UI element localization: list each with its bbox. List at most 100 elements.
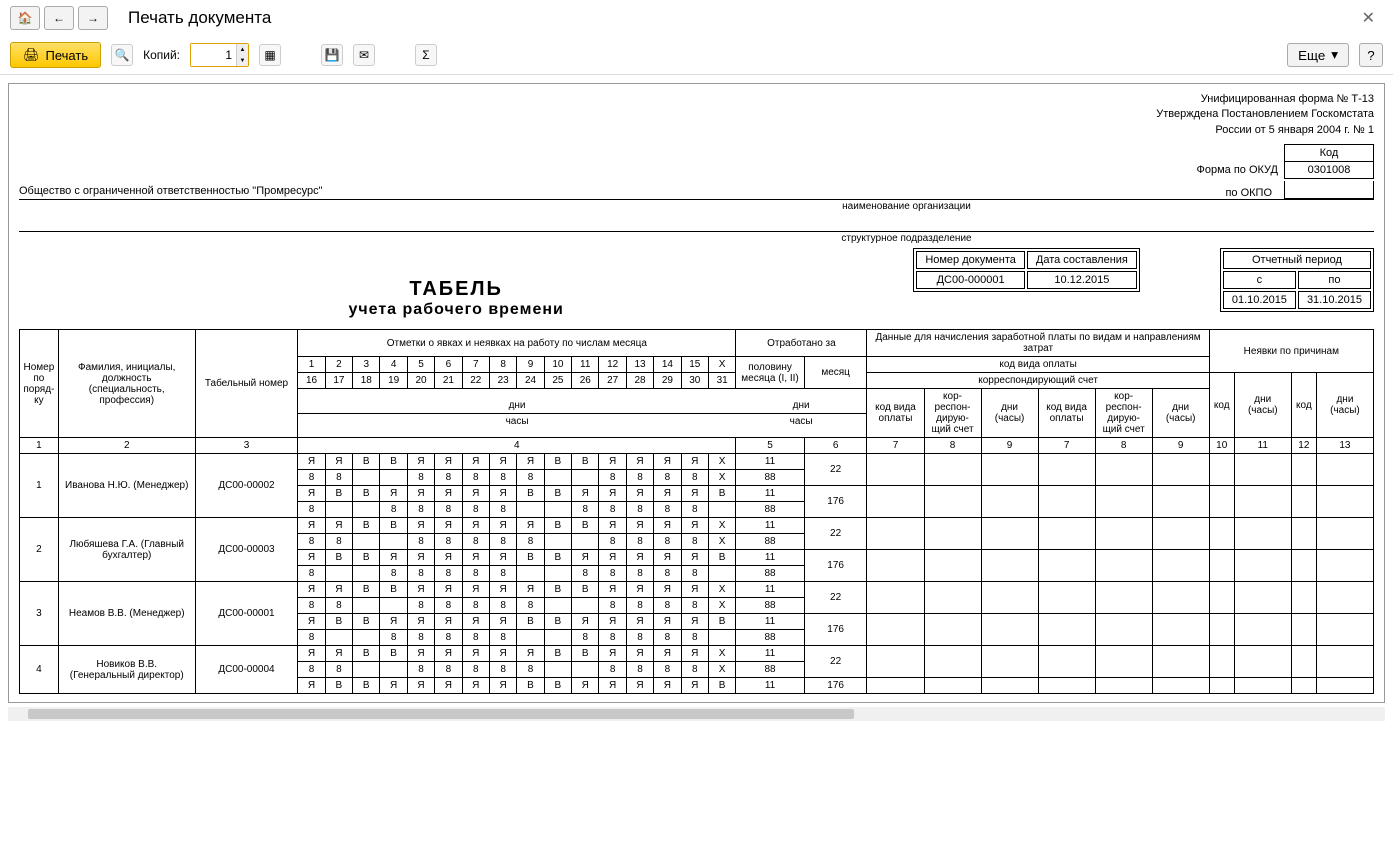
copies-stepper[interactable]: ▲ ▼: [190, 43, 249, 67]
day-cell: Я: [325, 454, 352, 470]
hdr-day: 18: [353, 373, 380, 389]
day-cell: 8: [489, 566, 516, 582]
pay-cell: [1152, 582, 1209, 614]
day-cell: Я: [462, 518, 489, 534]
day-cell: 8: [599, 598, 626, 614]
close-button[interactable]: ✕: [1354, 4, 1383, 32]
month-hours: 176: [804, 678, 867, 694]
help-button[interactable]: ?: [1359, 43, 1383, 67]
day-cell: Я: [489, 550, 516, 566]
org-caption: наименование организации: [439, 201, 1374, 212]
form-line3: России от 5 января 2004 г. № 1: [19, 123, 1374, 138]
copies-down[interactable]: ▼: [236, 55, 248, 66]
day-cell: В: [708, 486, 735, 502]
copies-input[interactable]: [191, 44, 236, 66]
day-cell: 8: [489, 534, 516, 550]
sum-button[interactable]: Σ: [415, 44, 437, 66]
preview-button[interactable]: 🔍: [111, 44, 133, 66]
hdr-day: Х: [708, 357, 735, 373]
hdr-day: 7: [462, 357, 489, 373]
hdr-pay-corr-acc: корреспондирующий счет: [867, 373, 1209, 389]
scrollbar-thumb[interactable]: [28, 709, 854, 719]
back-button[interactable]: ←: [44, 6, 74, 30]
day-cell: [708, 566, 735, 582]
hdr-day: 27: [599, 373, 626, 389]
pay-cell: [867, 550, 924, 582]
day-cell: [572, 470, 599, 486]
day-cell: 8: [489, 662, 516, 678]
day-cell: 8: [654, 534, 681, 550]
horizontal-scrollbar[interactable]: [8, 707, 1385, 721]
day-cell: В: [572, 454, 599, 470]
day-cell: 8: [298, 470, 325, 486]
copies-label: Копий:: [143, 48, 180, 62]
day-cell: 8: [654, 502, 681, 518]
day-cell: В: [353, 678, 380, 694]
day-cell: В: [517, 550, 544, 566]
day-cell: Я: [462, 582, 489, 598]
home-button[interactable]: 🏠: [10, 6, 40, 30]
grid-button[interactable]: ▦: [259, 44, 281, 66]
day-cell: В: [353, 486, 380, 502]
day-cell: Я: [681, 518, 708, 534]
hdr-abs-code: код: [1209, 373, 1234, 438]
day-cell: Х: [708, 662, 735, 678]
day-cell: Я: [517, 518, 544, 534]
day-cell: 8: [462, 534, 489, 550]
day-cell: В: [353, 646, 380, 662]
emp-num: 3: [20, 582, 59, 646]
hdr-day: 8: [489, 357, 516, 373]
copies-up[interactable]: ▲: [236, 44, 248, 55]
email-button[interactable]: ✉: [353, 44, 375, 66]
absent-cell: [1316, 518, 1373, 550]
day-cell: 8: [654, 662, 681, 678]
absent-cell: [1291, 486, 1316, 518]
pay-cell: [981, 550, 1038, 582]
absent-cell: [1209, 454, 1234, 486]
more-button[interactable]: Еще ▾: [1287, 43, 1349, 67]
half-value: 88: [736, 630, 804, 646]
day-cell: 8: [654, 566, 681, 582]
day-cell: 8: [681, 534, 708, 550]
forward-button[interactable]: →: [78, 6, 108, 30]
org-name: Общество с ограниченной ответственностью…: [19, 185, 1225, 199]
day-cell: В: [517, 486, 544, 502]
day-cell: 8: [599, 662, 626, 678]
day-cell: Я: [380, 486, 407, 502]
pay-cell: [1152, 486, 1209, 518]
day-cell: Я: [517, 454, 544, 470]
pay-cell: [867, 646, 924, 678]
day-cell: 8: [462, 502, 489, 518]
sigma-icon: Σ: [422, 48, 429, 62]
day-cell: Я: [626, 646, 653, 662]
absent-cell: [1234, 582, 1291, 614]
pay-cell: [1095, 646, 1152, 678]
day-cell: Я: [298, 582, 325, 598]
absent-cell: [1291, 614, 1316, 646]
titlebar: 🏠 ← → Печать документа ✕: [0, 0, 1393, 36]
day-cell: Я: [626, 678, 653, 694]
hdr-day: 28: [626, 373, 653, 389]
day-cell: В: [544, 454, 571, 470]
day-cell: Я: [435, 486, 462, 502]
day-cell: Я: [462, 550, 489, 566]
day-cell: [544, 534, 571, 550]
day-cell: В: [708, 614, 735, 630]
hdr-day: 11: [572, 357, 599, 373]
day-cell: В: [325, 614, 352, 630]
absent-cell: [1316, 646, 1373, 678]
day-cell: Я: [599, 678, 626, 694]
docnum-num-value: ДС00-000001: [916, 271, 1025, 289]
print-button[interactable]: 🖨 Печать: [10, 42, 101, 68]
save-button[interactable]: 💾: [321, 44, 343, 66]
day-cell: Я: [681, 614, 708, 630]
day-cell: 8: [517, 534, 544, 550]
day-cell: 8: [599, 534, 626, 550]
day-cell: [353, 630, 380, 646]
day-cell: Я: [681, 550, 708, 566]
day-cell: 8: [572, 502, 599, 518]
hdr-tab: Табельный номер: [195, 330, 298, 438]
period-from-label: с: [1223, 271, 1296, 289]
day-cell: 8: [407, 470, 434, 486]
pay-cell: [1152, 550, 1209, 582]
